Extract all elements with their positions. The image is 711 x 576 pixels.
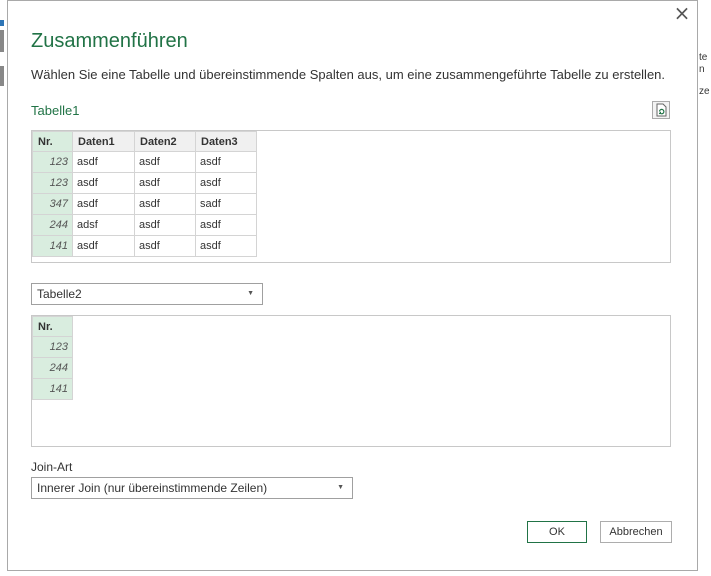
table1-grid: Nr. Daten1 Daten2 Daten3 123 asdf asdf asdf 123 a… — [32, 131, 257, 257]
table-cell: asdf — [195, 151, 257, 173]
chevron-down-icon: ▼ — [247, 290, 254, 297]
table-cell: asdf — [72, 172, 135, 194]
chevron-down-icon: ▼ — [337, 484, 344, 491]
table-row: 123 — [32, 336, 73, 358]
table1-preview: Nr. Daten1 Daten2 Daten3 123 asdf asdf asdf 123 a… — [31, 130, 671, 263]
table-row: 123 asdf asdf asdf — [32, 151, 257, 173]
table-row: 244 — [32, 357, 73, 379]
table-cell: 123 — [32, 172, 73, 194]
table2-select-value: Tabelle2 — [37, 287, 82, 301]
ok-button[interactable]: OK — [527, 521, 587, 543]
refresh-table-icon[interactable] — [652, 101, 670, 119]
dialog-title: Zusammenführen — [31, 30, 188, 52]
background-app-left-edge — [0, 0, 6, 576]
table-cell: asdf — [195, 172, 257, 194]
cancel-button[interactable]: Abbrechen — [600, 521, 672, 543]
table2-grid: Nr. 123 244 141 — [32, 316, 73, 400]
table-cell: asdf — [72, 193, 135, 215]
merge-dialog: × Zusammenführen Wählen Sie eine Tabelle… — [7, 0, 698, 571]
close-icon[interactable]: × — [672, 3, 692, 23]
background-text: te — [699, 52, 708, 63]
column-header[interactable]: Daten1 — [72, 131, 135, 152]
join-type-select-value: Innerer Join (nur übereinstimmende Zeile… — [37, 481, 268, 495]
table-cell: adsf — [72, 214, 135, 236]
join-type-select[interactable]: Innerer Join (nur übereinstimmende Zeile… — [31, 477, 353, 499]
column-header[interactable]: Daten3 — [195, 131, 257, 152]
table-row: 141 — [32, 378, 73, 400]
table-cell: 347 — [32, 193, 73, 215]
background-text: n — [699, 64, 705, 75]
background-text: ze — [699, 86, 710, 97]
table-row: 244 adsf asdf asdf — [32, 214, 257, 236]
dialog-description: Wählen Sie eine Tabelle und übereinstimm… — [31, 67, 666, 82]
table-cell: asdf — [134, 214, 196, 236]
table-cell: asdf — [72, 151, 135, 173]
table-cell: 141 — [32, 378, 73, 400]
table-cell: 141 — [32, 235, 73, 257]
table-cell: 244 — [32, 357, 73, 379]
table-cell: asdf — [134, 172, 196, 194]
table-header-row: Nr. Daten1 Daten2 Daten3 — [32, 131, 257, 152]
column-header[interactable]: Nr. — [32, 316, 73, 337]
join-type-label: Join-Art — [31, 460, 73, 474]
table-cell: asdf — [72, 235, 135, 257]
background-app-right-edge: te n ze — [697, 0, 711, 576]
table-cell: sadf — [195, 193, 257, 215]
table-cell: asdf — [134, 235, 196, 257]
table-cell: 244 — [32, 214, 73, 236]
table-cell: asdf — [195, 235, 257, 257]
table-cell: asdf — [134, 151, 196, 173]
table-cell: 123 — [32, 336, 73, 358]
table-header-row: Nr. — [32, 316, 73, 337]
table-cell: asdf — [134, 193, 196, 215]
table-row: 123 asdf asdf asdf — [32, 172, 257, 194]
table-row: 141 asdf asdf asdf — [32, 235, 257, 257]
table-row: 347 asdf asdf sadf — [32, 193, 257, 215]
table2-preview: Nr. 123 244 141 — [31, 315, 671, 447]
table-cell: 123 — [32, 151, 73, 173]
column-header[interactable]: Nr. — [32, 131, 73, 152]
table1-label: Tabelle1 — [31, 103, 80, 118]
column-header[interactable]: Daten2 — [134, 131, 196, 152]
table-cell: asdf — [195, 214, 257, 236]
table2-select[interactable]: Tabelle2 ▼ — [31, 283, 263, 305]
